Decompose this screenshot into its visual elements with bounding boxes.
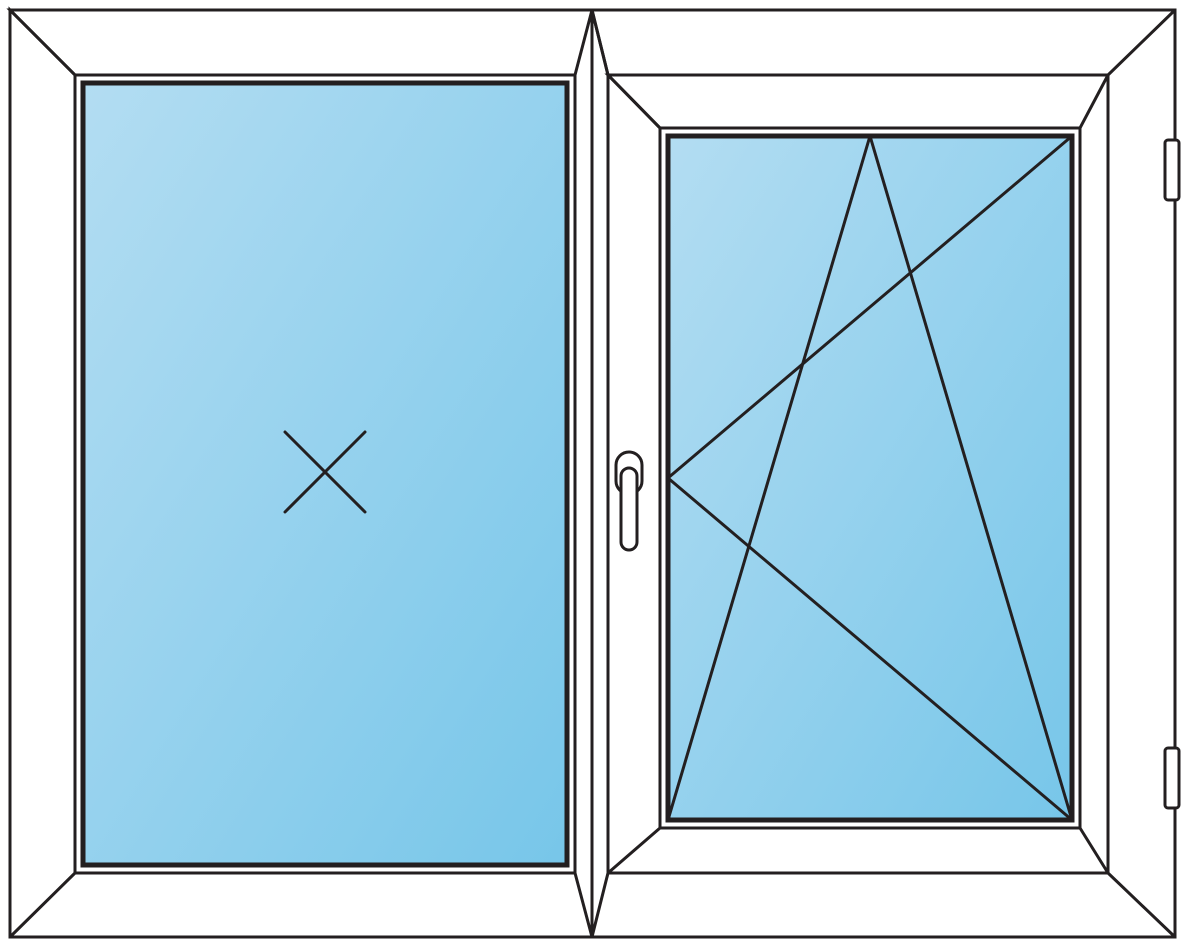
hinge-bottom-icon (1165, 748, 1179, 808)
right-glass (668, 136, 1072, 820)
left-fixed-section (10, 10, 592, 937)
right-operable-section (592, 10, 1179, 937)
window-handle-icon[interactable] (616, 452, 642, 550)
window-diagram (0, 0, 1185, 949)
hinge-top-icon (1165, 140, 1179, 200)
